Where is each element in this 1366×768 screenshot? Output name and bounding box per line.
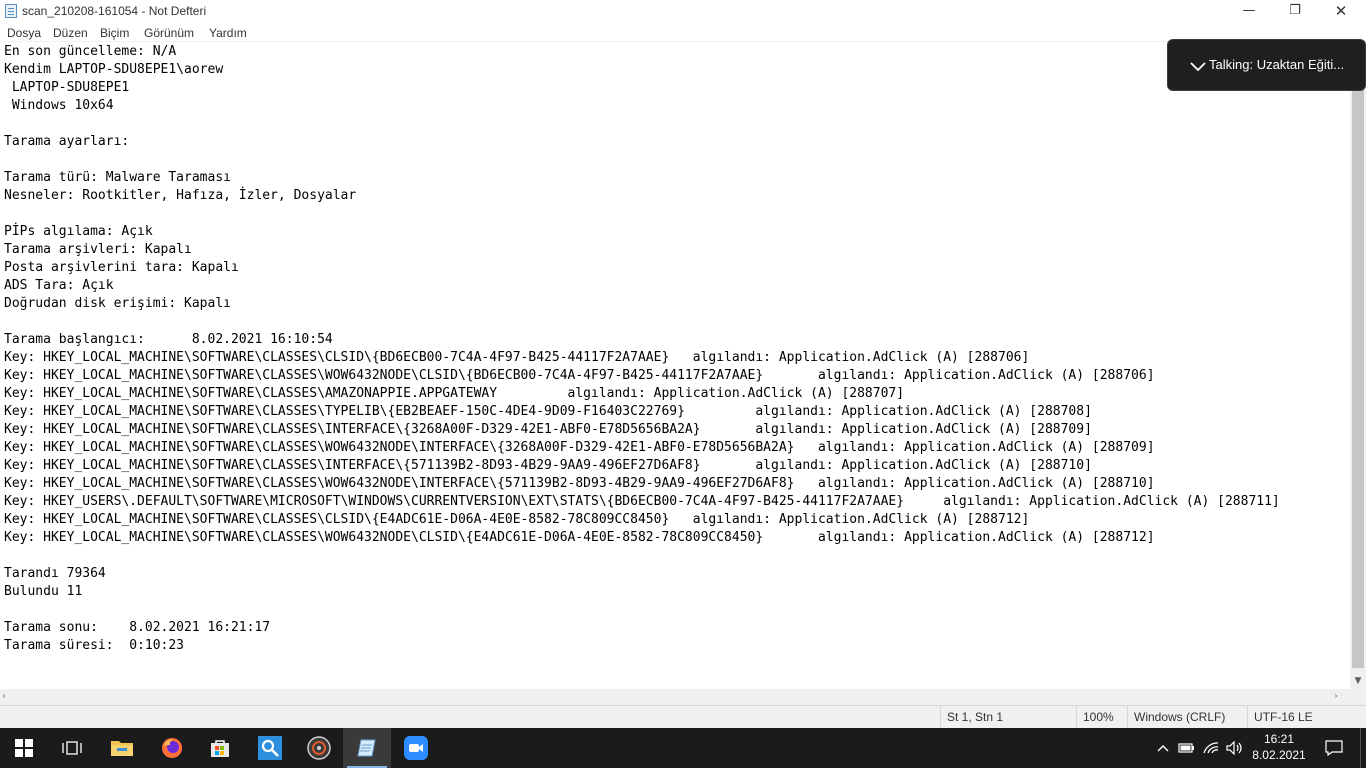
chevron-up-icon[interactable] xyxy=(1153,738,1173,758)
store-bag-icon xyxy=(211,740,229,757)
firefox-icon xyxy=(162,738,182,758)
battery-icon[interactable] xyxy=(1177,738,1197,758)
magnifier-app-icon xyxy=(258,736,282,760)
taskbar-search-app[interactable] xyxy=(246,728,294,768)
editor-line: Nesneler: Rootkitler, Hafıza, İzler, Dos… xyxy=(4,188,357,203)
editor-line: Key: HKEY_LOCAL_MACHINE\SOFTWARE\CLASSES… xyxy=(4,458,1092,473)
editor-line: Key: HKEY_LOCAL_MACHINE\SOFTWARE\CLASSES… xyxy=(4,440,1155,455)
editor-line: Tarama süresi: 0:10:23 xyxy=(4,638,185,653)
window-title: scan_210208-161054 - Not Defteri xyxy=(22,4,207,18)
taskbar-clock[interactable]: 16:21 8.02.2021 xyxy=(1246,731,1312,763)
minimize-button[interactable]: — xyxy=(1226,0,1272,23)
taskbar: 16:21 8.02.2021 xyxy=(0,728,1366,768)
wifi-icon[interactable] xyxy=(1201,738,1221,758)
vertical-scroll-thumb[interactable] xyxy=(1352,52,1364,668)
clock-time: 16:21 xyxy=(1263,732,1295,746)
editor-line: Tarandı 79364 xyxy=(4,566,106,581)
editor-line: Doğrudan disk erişimi: Kapalı xyxy=(4,296,231,311)
encoding: UTF-16 LE xyxy=(1247,706,1366,728)
show-desktop-button[interactable] xyxy=(1360,728,1366,768)
editor-line: ADS Tara: Açık xyxy=(4,278,114,293)
editor-line: Key: HKEY_LOCAL_MACHINE\SOFTWARE\CLASSES… xyxy=(4,404,1092,419)
editor-line: Key: HKEY_USERS\.DEFAULT\SOFTWARE\MICROS… xyxy=(4,494,1280,509)
title-bar: scan_210208-161054 - Not Defteri — ❐ ✕ xyxy=(0,0,1366,23)
taskbar-file-explorer[interactable] xyxy=(98,728,146,768)
cursor-position: St 1, Stn 1 xyxy=(940,706,1076,728)
line-ending: Windows (CRLF) xyxy=(1127,706,1247,728)
action-center-button[interactable] xyxy=(1318,728,1350,768)
close-button[interactable]: ✕ xyxy=(1318,0,1364,23)
editor-line: Kendim LAPTOP-SDU8EPE1\aorew xyxy=(4,62,224,77)
editor-line: Key: HKEY_LOCAL_MACHINE\SOFTWARE\CLASSES… xyxy=(4,350,1030,365)
start-button[interactable] xyxy=(0,728,48,768)
editor-line: Key: HKEY_LOCAL_MACHINE\SOFTWARE\CLASSES… xyxy=(4,530,1155,545)
zoom-level: 100% xyxy=(1076,706,1127,728)
editor-line: Tarama ayarları: xyxy=(4,134,130,149)
horizontal-scrollbar[interactable] xyxy=(0,689,1350,705)
editor-line: Bulundu 11 xyxy=(4,584,83,599)
editor-line: Key: HKEY_LOCAL_MACHINE\SOFTWARE\CLASSES… xyxy=(4,512,1030,527)
taskbar-notepad[interactable] xyxy=(343,728,391,768)
scrollbar-corner xyxy=(1350,689,1366,705)
maximize-button[interactable]: ❐ xyxy=(1272,0,1318,23)
menu-help[interactable]: Yardım xyxy=(209,26,247,40)
notification-text: Talking: Uzaktan Eğiti... xyxy=(1209,57,1345,72)
taskbar-store[interactable] xyxy=(196,728,244,768)
editor-line: Tarama arşivleri: Kapalı xyxy=(4,242,192,257)
editor-line: Key: HKEY_LOCAL_MACHINE\SOFTWARE\CLASSES… xyxy=(4,386,905,401)
menu-format[interactable]: Biçim xyxy=(100,26,129,40)
scroll-right-arrow-icon[interactable]: › xyxy=(1334,689,1346,705)
windows-logo-icon xyxy=(15,739,33,757)
editor-line: Key: HKEY_LOCAL_MACHINE\SOFTWARE\CLASSES… xyxy=(4,368,1155,383)
scroll-down-arrow-icon[interactable]: ▼ xyxy=(1350,674,1366,688)
editor-line: Key: HKEY_LOCAL_MACHINE\SOFTWARE\CLASSES… xyxy=(4,476,1155,491)
menu-file[interactable]: Dosya xyxy=(7,26,41,40)
notepad-icon xyxy=(357,739,376,757)
notification-toast[interactable]: Talking: Uzaktan Eğiti... xyxy=(1167,39,1366,91)
notification-icon xyxy=(1325,740,1343,756)
notepad-icon xyxy=(5,4,17,18)
editor-line: Posta arşivlerini tara: Kapalı xyxy=(4,260,239,275)
editor-line: Key: HKEY_LOCAL_MACHINE\SOFTWARE\CLASSES… xyxy=(4,422,1092,437)
editor-line: Tarama sonu: 8.02.2021 16:21:17 xyxy=(4,620,271,635)
editor-line: Tarama başlangıcı: 8.02.2021 16:10:54 xyxy=(4,332,333,347)
scroll-left-arrow-icon[interactable]: ‹ xyxy=(2,689,14,705)
clock-date: 8.02.2021 xyxy=(1252,748,1306,762)
status-bar: St 1, Stn 1 100% Windows (CRLF) UTF-16 L… xyxy=(0,705,1366,728)
disc-icon xyxy=(307,736,331,760)
text-editor[interactable]: En son güncelleme: N/A Kendim LAPTOP-SDU8… xyxy=(0,42,1350,689)
volume-icon[interactable] xyxy=(1225,738,1245,758)
folder-icon xyxy=(111,741,133,756)
menu-bar: Dosya Düzen Biçim Görünüm Yardım xyxy=(0,23,1366,42)
editor-line: Windows 10x64 xyxy=(4,98,114,113)
editor-line: En son güncelleme: N/A xyxy=(4,44,177,59)
taskbar-firefox[interactable] xyxy=(148,728,196,768)
editor-content[interactable]: En son güncelleme: N/A Kendim LAPTOP-SDU8… xyxy=(4,43,1280,655)
editor-line: Tarama türü: Malware Taraması xyxy=(4,170,231,185)
task-view-button[interactable] xyxy=(48,728,96,768)
chevron-down-icon[interactable] xyxy=(1188,56,1208,76)
taskbar-media-app[interactable] xyxy=(295,728,343,768)
menu-view[interactable]: Görünüm xyxy=(144,26,194,40)
editor-line: PİPs algılama: Açık xyxy=(4,224,153,239)
taskbar-zoom[interactable] xyxy=(392,728,440,768)
task-view-icon xyxy=(62,741,82,755)
editor-line: LAPTOP-SDU8EPE1 xyxy=(4,80,130,95)
zoom-camera-icon xyxy=(404,736,428,760)
menu-edit[interactable]: Düzen xyxy=(53,26,88,40)
